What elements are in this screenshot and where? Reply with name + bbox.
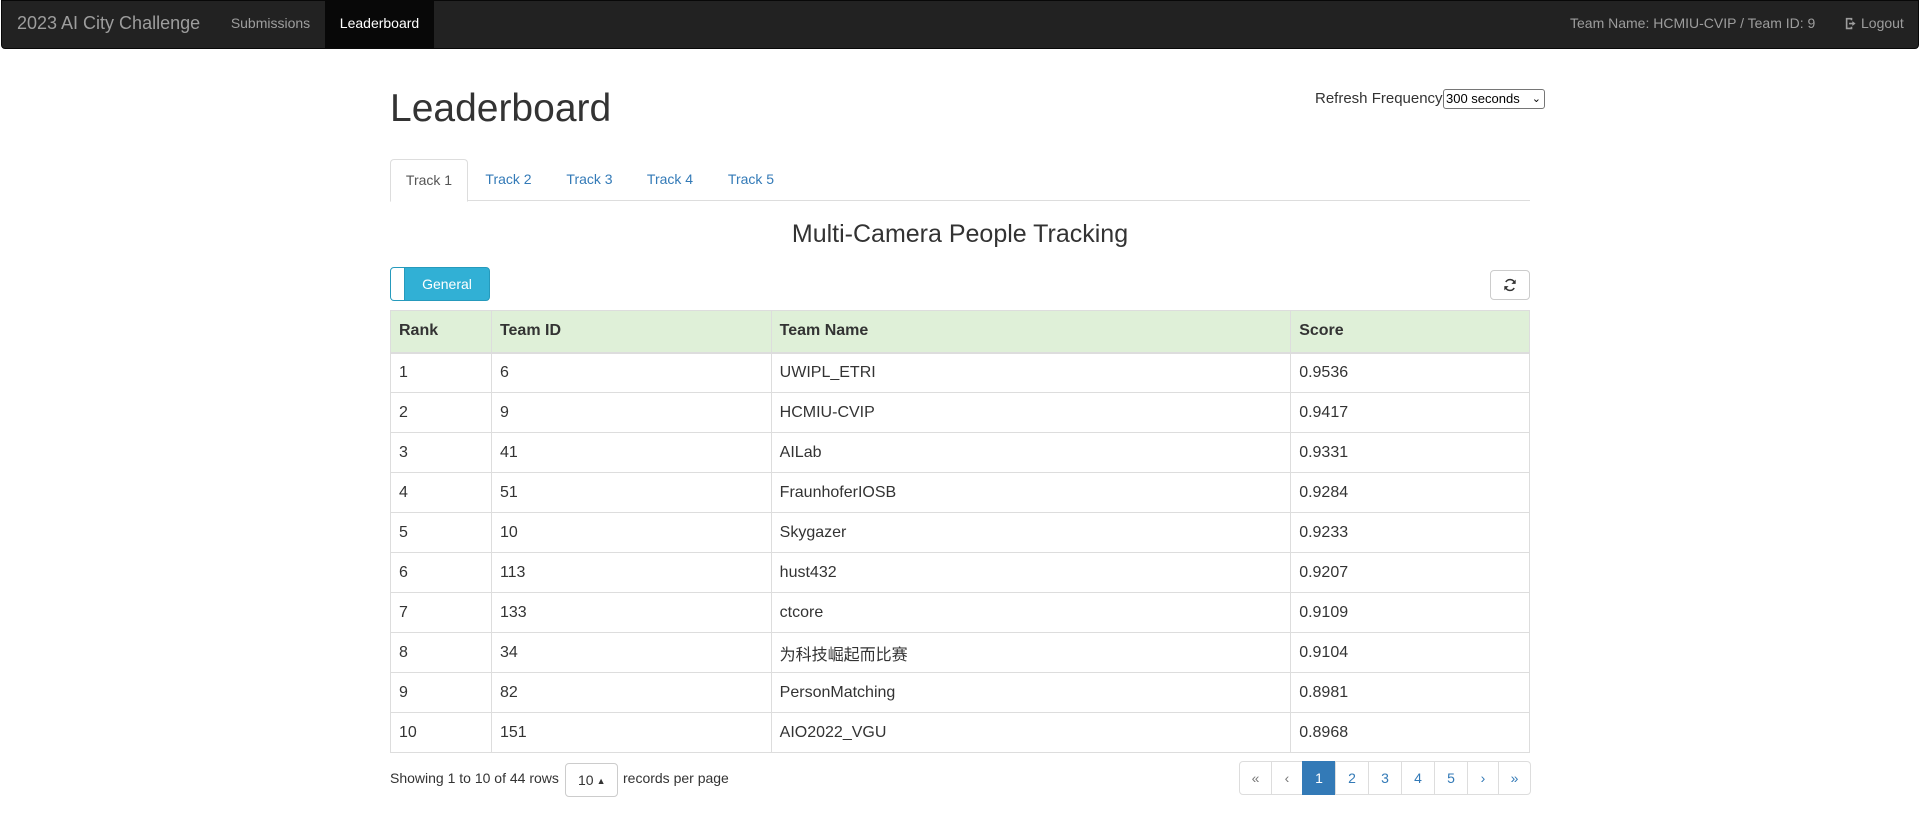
- header-score[interactable]: Score: [1290, 310, 1530, 353]
- table-row: 2 9 HCMIU-CVIP 0.9417: [390, 392, 1530, 433]
- cell-score: 0.9104: [1290, 632, 1530, 673]
- page-next-button[interactable]: ›: [1467, 761, 1499, 795]
- page-size-value: 10: [578, 772, 594, 788]
- tab-track-4[interactable]: Track 4: [630, 159, 710, 201]
- refresh-frequency-label: Refresh Frequency: [1315, 90, 1443, 107]
- cell-team-name: PersonMatching: [770, 672, 1292, 713]
- cell-score: 0.9109: [1290, 592, 1530, 633]
- cell-rank: 1: [390, 352, 492, 393]
- cell-team-name: AIO2022_VGU: [770, 712, 1292, 753]
- table-row: 9 82 PersonMatching 0.8981: [390, 672, 1530, 713]
- cell-team-id: 113: [490, 552, 772, 593]
- table-row: 6 113 hust432 0.9207: [390, 552, 1530, 593]
- cell-team-id: 6: [490, 352, 772, 393]
- team-info: Team Name: HCMIU-CVIP / Team ID: 9: [1570, 15, 1816, 31]
- page-title: Leaderboard: [390, 87, 612, 130]
- cell-team-name: AILab: [770, 432, 1292, 473]
- refresh-frequency-select[interactable]: 300 seconds ⌄: [1443, 89, 1545, 109]
- cell-team-name: hust432: [770, 552, 1292, 593]
- records-per-page-label: records per page: [623, 770, 729, 786]
- section-title: Multi-Camera People Tracking: [791, 220, 1129, 248]
- table-row: 1 6 UWIPL_ETRI 0.9536: [390, 352, 1530, 393]
- cell-team-id: 41: [490, 432, 772, 473]
- cell-team-id: 51: [490, 472, 772, 513]
- cell-rank: 5: [390, 512, 492, 553]
- tab-track-2[interactable]: Track 2: [468, 159, 549, 201]
- logout-icon: [1845, 17, 1856, 30]
- logout-label: Logout: [1861, 15, 1904, 31]
- cell-score: 0.9417: [1290, 392, 1530, 433]
- cell-score: 0.9233: [1290, 512, 1530, 553]
- cell-team-id: 9: [490, 392, 772, 433]
- cell-team-name: Skygazer: [770, 512, 1292, 553]
- refresh-frequency-value: 300 seconds: [1446, 91, 1520, 106]
- cell-rank: 10: [390, 712, 492, 753]
- page-prev-button[interactable]: ‹: [1271, 761, 1303, 795]
- tab-track-3[interactable]: Track 3: [549, 159, 630, 201]
- cell-score: 0.9207: [1290, 552, 1530, 593]
- cell-team-name: HCMIU-CVIP: [770, 392, 1292, 433]
- logout-link[interactable]: Logout: [1845, 1, 1904, 48]
- table-row: 4 51 FraunhoferIOSB 0.9284: [390, 472, 1530, 513]
- cell-rank: 8: [390, 632, 492, 673]
- cell-team-name: FraunhoferIOSB: [770, 472, 1292, 513]
- table-row: 3 41 AILab 0.9331: [390, 432, 1530, 473]
- header-rank[interactable]: Rank: [390, 310, 492, 353]
- cell-rank: 6: [390, 552, 492, 593]
- page-3-button[interactable]: 3: [1368, 761, 1402, 795]
- page-size-dropdown[interactable]: 10 ▲: [565, 763, 618, 797]
- nav-submissions-link[interactable]: Submissions: [215, 1, 326, 48]
- chevron-down-icon: ⌄: [1531, 93, 1541, 105]
- cell-score: 0.8968: [1290, 712, 1530, 753]
- caret-up-icon: ▲: [596, 776, 606, 786]
- table-row: 5 10 Skygazer 0.9233: [390, 512, 1530, 553]
- tab-track-5[interactable]: Track 5: [710, 159, 792, 201]
- header-team-id[interactable]: Team ID: [490, 310, 772, 353]
- table-row: 10 151 AIO2022_VGU 0.8968: [390, 712, 1530, 753]
- track-tabs: Track 1 Track 2 Track 3 Track 4 Track 5: [390, 159, 1530, 202]
- general-toggle[interactable]: General: [390, 267, 490, 301]
- cell-score: 0.9536: [1290, 352, 1530, 393]
- cell-score: 0.9331: [1290, 432, 1530, 473]
- refresh-icon: [1504, 278, 1516, 292]
- leaderboard-table: Rank Team ID Team Name Score 1 6 UWIPL_E…: [390, 310, 1530, 753]
- cell-rank: 3: [390, 432, 492, 473]
- page-2-button[interactable]: 2: [1335, 761, 1369, 795]
- page-5-button[interactable]: 5: [1434, 761, 1468, 795]
- cell-score: 0.8981: [1290, 672, 1530, 713]
- page-last-button[interactable]: »: [1498, 761, 1531, 795]
- cell-rank: 4: [390, 472, 492, 513]
- brand-link[interactable]: 2023 AI City Challenge: [17, 1, 200, 48]
- cell-rank: 7: [390, 592, 492, 633]
- cell-team-id: 82: [490, 672, 772, 713]
- header-team-name[interactable]: Team Name: [770, 310, 1292, 353]
- rows-summary: Showing 1 to 10 of 44 rows: [390, 770, 559, 786]
- cell-rank: 9: [390, 672, 492, 713]
- tab-track-1[interactable]: Track 1: [390, 159, 468, 202]
- cell-team-id: 34: [490, 632, 772, 673]
- table-header-row: Rank Team ID Team Name Score: [390, 310, 1530, 353]
- top-navbar: 2023 AI City Challenge Submissions Leade…: [1, 0, 1919, 49]
- cell-rank: 2: [390, 392, 492, 433]
- cell-score: 0.9284: [1290, 472, 1530, 513]
- cell-team-name: ctcore: [770, 592, 1292, 633]
- refresh-button[interactable]: [1490, 270, 1530, 300]
- page-first-button[interactable]: «: [1239, 761, 1272, 795]
- page-4-button[interactable]: 4: [1401, 761, 1435, 795]
- table-row: 8 34 为科技崛起而比赛 0.9104: [390, 632, 1530, 673]
- cell-team-id: 133: [490, 592, 772, 633]
- cell-team-id: 151: [490, 712, 772, 753]
- cell-team-name: UWIPL_ETRI: [770, 352, 1292, 393]
- page-1-button[interactable]: 1: [1302, 761, 1336, 795]
- cell-team-id: 10: [490, 512, 772, 553]
- cell-team-name: 为科技崛起而比赛: [770, 632, 1292, 673]
- table-row: 7 133 ctcore 0.9109: [390, 592, 1530, 633]
- nav-leaderboard-link[interactable]: Leaderboard: [325, 1, 434, 48]
- toggle-knob: [391, 268, 405, 300]
- toggle-label: General: [422, 276, 472, 292]
